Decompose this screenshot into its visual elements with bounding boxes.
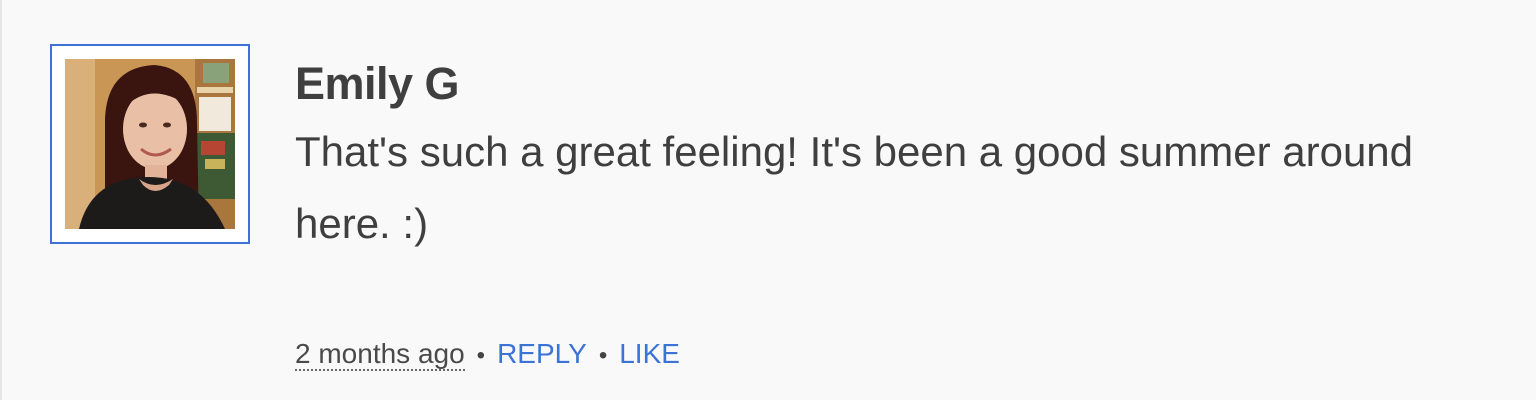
comment-body: Emily G That's such a great feeling! It'… bbox=[295, 52, 1475, 260]
separator-dot: • bbox=[598, 341, 608, 369]
comment-meta: 2 months ago • REPLY • LIKE bbox=[295, 330, 680, 380]
comment-text: That's such a great feeling! It's been a… bbox=[295, 128, 1414, 247]
user-avatar-photo-icon bbox=[65, 59, 235, 229]
avatar-photo bbox=[65, 59, 235, 229]
timestamp-link[interactable]: 2 months ago bbox=[295, 338, 465, 371]
author-name[interactable]: Emily G bbox=[295, 52, 1475, 116]
reply-button[interactable]: REPLY bbox=[497, 338, 587, 369]
like-button[interactable]: LIKE bbox=[619, 338, 680, 369]
separator-dot: • bbox=[476, 341, 486, 369]
avatar[interactable] bbox=[50, 44, 250, 244]
comment-item: Emily G That's such a great feeling! It'… bbox=[0, 0, 1536, 400]
